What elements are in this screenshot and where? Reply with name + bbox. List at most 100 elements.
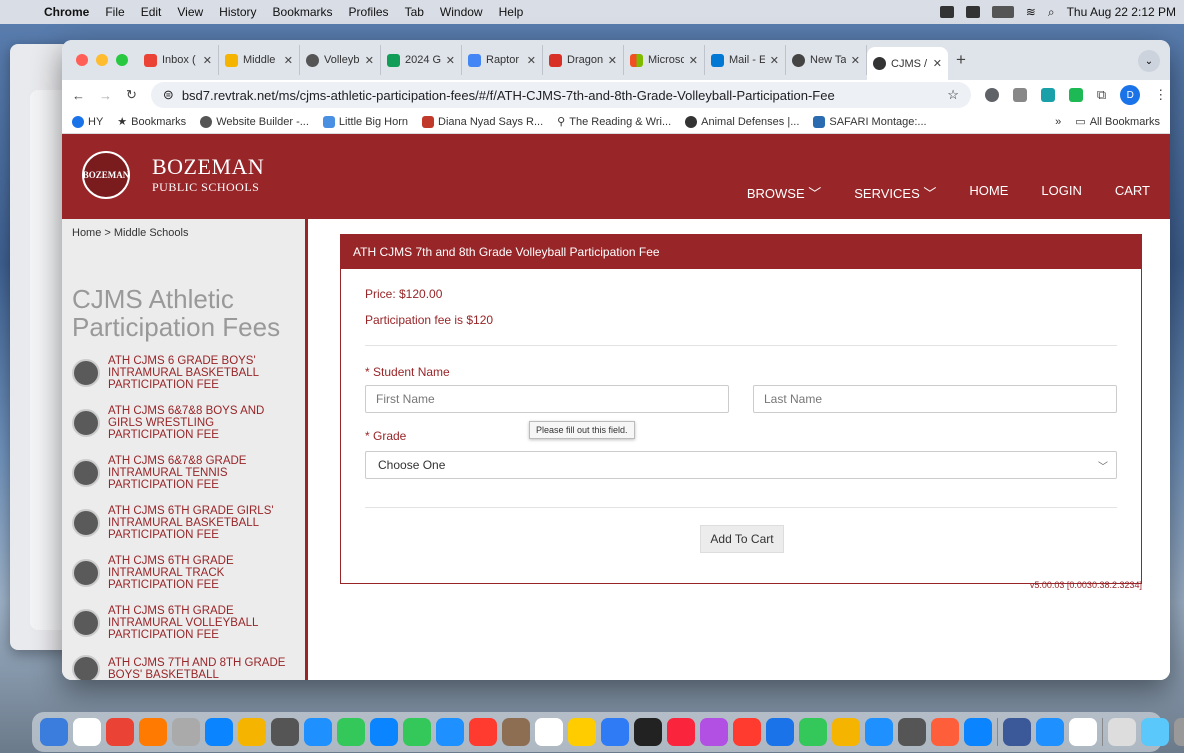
list-item[interactable]: ATH CJMS 6TH GRADE GIRLS' INTRAMURAL BAS… bbox=[62, 505, 305, 541]
bookmark-diana-nyad[interactable]: Diana Nyad Says R... bbox=[422, 115, 543, 128]
forward-icon[interactable]: → bbox=[99, 88, 112, 103]
status-icon[interactable] bbox=[965, 6, 980, 18]
nav-browse[interactable]: BROWSE ﹀ bbox=[747, 183, 821, 202]
zoom-window-button[interactable] bbox=[116, 54, 128, 66]
list-item[interactable]: ATH CJMS 6&7&8 BOYS AND GIRLS WRESTLING … bbox=[62, 405, 305, 441]
bookmark-hy[interactable]: HY bbox=[72, 115, 103, 128]
tab-volleyball[interactable]: Volleyb ✕ bbox=[300, 45, 381, 75]
dock-app-icon[interactable] bbox=[700, 718, 728, 746]
close-tab-icon[interactable]: ✕ bbox=[203, 54, 212, 67]
bookmark-bookmarks[interactable]: ★ Bookmarks bbox=[117, 115, 186, 129]
dock-app-icon[interactable] bbox=[832, 718, 860, 746]
menu-bookmarks[interactable]: Bookmarks bbox=[265, 5, 341, 19]
close-tab-icon[interactable]: ✕ bbox=[284, 54, 293, 67]
menu-profiles[interactable]: Profiles bbox=[341, 5, 397, 19]
nav-services[interactable]: SERVICES ﹀ bbox=[854, 183, 936, 202]
brand-name[interactable]: BOZEMAN bbox=[152, 154, 264, 180]
close-tab-icon[interactable]: ✕ bbox=[689, 54, 698, 67]
close-tab-icon[interactable]: ✕ bbox=[446, 54, 455, 67]
add-to-cart-button[interactable]: Add To Cart bbox=[700, 525, 784, 553]
tab-search-button[interactable]: ⌄ bbox=[1138, 50, 1160, 72]
dock-app-icon[interactable] bbox=[337, 718, 365, 746]
site-info-icon[interactable]: ⊜ bbox=[163, 87, 174, 103]
new-tab-button[interactable]: + bbox=[948, 45, 974, 75]
tab-cjms-active[interactable]: CJMS / ✕ bbox=[867, 47, 948, 80]
dock-app-icon[interactable] bbox=[568, 718, 596, 746]
dock-app-icon[interactable] bbox=[535, 718, 563, 746]
dock-app-icon[interactable] bbox=[667, 718, 695, 746]
close-window-button[interactable] bbox=[76, 54, 88, 66]
puzzle-icon[interactable]: ⧉ bbox=[1097, 87, 1106, 103]
menu-view[interactable]: View bbox=[169, 5, 211, 19]
dock-app-icon[interactable] bbox=[964, 718, 992, 746]
back-icon[interactable]: ← bbox=[72, 88, 85, 103]
menu-edit[interactable]: Edit bbox=[133, 5, 170, 19]
dock-app-icon[interactable] bbox=[1069, 718, 1097, 746]
extension-icon[interactable] bbox=[1040, 88, 1055, 102]
status-icon[interactable] bbox=[939, 6, 954, 18]
tab-microsoft[interactable]: Microsc ✕ bbox=[624, 45, 705, 75]
close-tab-icon[interactable]: ✕ bbox=[365, 54, 374, 67]
tab-2024[interactable]: 2024 G ✕ bbox=[381, 45, 462, 75]
bookmark-animal-defenses[interactable]: Animal Defenses |... bbox=[685, 115, 799, 128]
all-bookmarks-button[interactable]: ▭ All Bookmarks bbox=[1075, 115, 1160, 129]
dock-app-icon[interactable] bbox=[139, 718, 167, 746]
dock-app-icon[interactable] bbox=[766, 718, 794, 746]
menu-window[interactable]: Window bbox=[432, 5, 491, 19]
close-tab-icon[interactable]: ✕ bbox=[770, 54, 779, 67]
dock-app-icon[interactable] bbox=[865, 718, 893, 746]
dock-app-icon[interactable] bbox=[502, 718, 530, 746]
close-tab-icon[interactable]: ✕ bbox=[608, 54, 617, 67]
extension-icon[interactable] bbox=[984, 88, 999, 102]
bookmark-little-big-horn[interactable]: Little Big Horn bbox=[322, 115, 408, 128]
search-icon[interactable]: ⌕ bbox=[1048, 5, 1055, 20]
menu-help[interactable]: Help bbox=[491, 5, 532, 19]
dock-app-icon[interactable] bbox=[370, 718, 398, 746]
more-bookmarks-button[interactable]: » bbox=[1055, 116, 1061, 128]
dock-app-icon[interactable] bbox=[733, 718, 761, 746]
battery-icon[interactable] bbox=[991, 6, 1014, 18]
dock-app-icon[interactable] bbox=[799, 718, 827, 746]
menu-app[interactable]: Chrome bbox=[36, 5, 97, 19]
nav-cart[interactable]: CART bbox=[1115, 183, 1150, 202]
bookmark-reading-writing[interactable]: ⚲ The Reading & Wri... bbox=[557, 115, 671, 129]
tab-raptor[interactable]: Raptor ✕ bbox=[462, 45, 543, 75]
nav-home[interactable]: HOME bbox=[969, 183, 1008, 202]
dock-app-icon[interactable] bbox=[172, 718, 200, 746]
list-item[interactable]: ATH CJMS 6 GRADE BOYS' INTRAMURAL BASKET… bbox=[62, 355, 305, 391]
dock-app-icon[interactable] bbox=[106, 718, 134, 746]
extension-icon[interactable] bbox=[1068, 88, 1083, 102]
breadcrumb[interactable]: Home > Middle Schools bbox=[62, 219, 305, 247]
close-tab-icon[interactable]: ✕ bbox=[527, 54, 536, 67]
bookmark-website-builder[interactable]: Website Builder -... bbox=[200, 115, 309, 128]
bookmark-star-icon[interactable]: ☆ bbox=[947, 87, 959, 103]
list-item[interactable]: ATH CJMS 7TH AND 8TH GRADE BOYS' BASKETB… bbox=[62, 655, 305, 680]
menu-history[interactable]: History bbox=[211, 5, 264, 19]
tab-dragon[interactable]: Dragon ✕ bbox=[543, 45, 624, 75]
dock-app-icon[interactable] bbox=[1036, 718, 1064, 746]
dock-app-icon[interactable] bbox=[469, 718, 497, 746]
dock-app-icon[interactable] bbox=[1141, 718, 1169, 746]
dock-app-icon[interactable] bbox=[205, 718, 233, 746]
brand-subtitle[interactable]: PUBLIC SCHOOLS bbox=[152, 180, 259, 195]
tab-mail[interactable]: Mail - E ✕ bbox=[705, 45, 786, 75]
dock-app-icon[interactable] bbox=[436, 718, 464, 746]
dock-app-icon[interactable] bbox=[601, 718, 629, 746]
dock-app-icon[interactable] bbox=[931, 718, 959, 746]
minimize-window-button[interactable] bbox=[96, 54, 108, 66]
dock-app-icon[interactable] bbox=[271, 718, 299, 746]
dock-app-icon[interactable] bbox=[403, 718, 431, 746]
menu-tab[interactable]: Tab bbox=[397, 5, 432, 19]
dock-app-icon[interactable] bbox=[73, 718, 101, 746]
grade-select[interactable]: Choose One ﹀ bbox=[365, 451, 1117, 479]
address-bar[interactable]: ⊜ bsd7.revtrak.net/ms/cjms-athletic-part… bbox=[150, 82, 971, 108]
last-name-input[interactable]: Last Name bbox=[753, 385, 1117, 413]
tab-middle[interactable]: Middle ✕ bbox=[219, 45, 300, 75]
nav-login[interactable]: LOGIN bbox=[1041, 183, 1081, 202]
list-item[interactable]: ATH CJMS 6TH GRADE INTRAMURAL TRACK PART… bbox=[62, 555, 305, 591]
extension-icon[interactable] bbox=[1012, 88, 1027, 102]
dock-app-icon[interactable] bbox=[898, 718, 926, 746]
list-item[interactable]: ATH CJMS 6&7&8 GRADE INTRAMURAL TENNIS P… bbox=[62, 455, 305, 491]
reload-icon[interactable]: ↻ bbox=[126, 87, 137, 103]
dock-app-icon[interactable] bbox=[1108, 718, 1136, 746]
